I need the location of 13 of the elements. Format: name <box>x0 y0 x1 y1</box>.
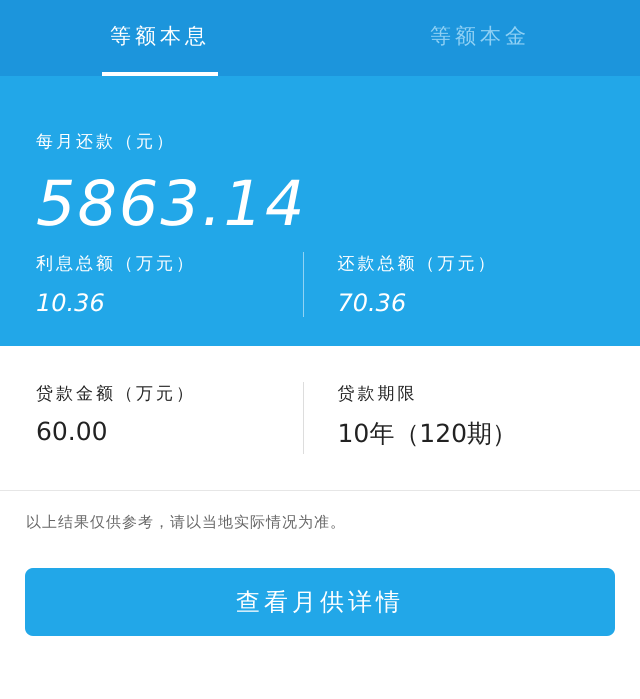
monthly-label: 每月还款（元） <box>36 131 177 153</box>
stat-label: 利息总额（万元） <box>36 253 197 275</box>
loan-value: 60.00 <box>36 417 109 446</box>
monthly-amount: 5863.14 <box>36 167 308 240</box>
stat-value: 70.36 <box>338 289 408 317</box>
stat-value: 10.36 <box>36 289 106 317</box>
stat-label: 还款总额（万元） <box>338 253 498 275</box>
disclaimer-text: 以上结果仅供参考，请以当地实际情况为准。 <box>26 513 347 532</box>
tab[interactable]: 等额本金 <box>320 0 640 76</box>
loan-value: 10年（120期） <box>338 418 518 450</box>
loan-label: 贷款金额（万元） <box>36 383 197 405</box>
view-details-button[interactable]: 查看月供详情 <box>25 568 615 636</box>
loan-label: 贷款期限 <box>338 383 418 405</box>
